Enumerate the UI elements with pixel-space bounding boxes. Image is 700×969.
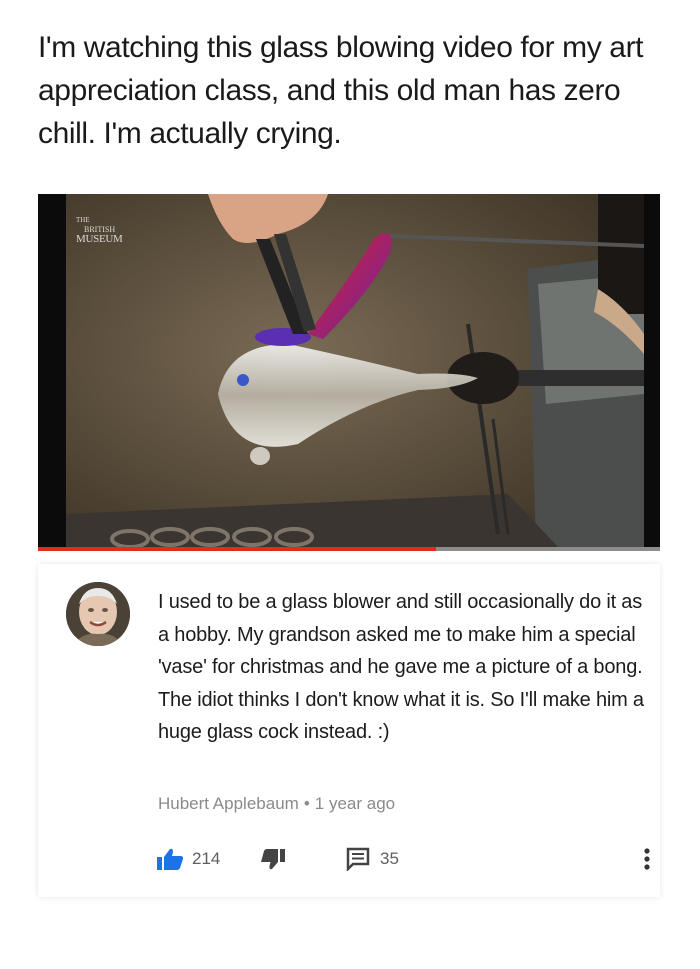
more-options-button[interactable] xyxy=(643,847,651,876)
reply-button[interactable]: 35 xyxy=(346,847,399,871)
video-progress-bar[interactable] xyxy=(38,547,660,551)
video-player[interactable]: THE BRITISH MUSEUM xyxy=(38,194,660,551)
video-progress-fill xyxy=(38,547,437,551)
watermark-line3: MUSEUM xyxy=(76,233,123,245)
like-count: 214 xyxy=(192,849,221,868)
reply-count: 35 xyxy=(380,849,399,868)
avatar-photo xyxy=(66,582,130,646)
meta-separator: • xyxy=(303,794,310,813)
author-name[interactable]: Hubert Applebaum xyxy=(158,794,299,813)
thumbs-up-icon xyxy=(157,848,184,870)
comment-timestamp[interactable]: 1 year ago xyxy=(315,794,395,813)
like-button[interactable]: 214 xyxy=(156,847,220,871)
dislike-button[interactable] xyxy=(260,847,286,871)
comment-card: I used to be a glass blower and still oc… xyxy=(38,564,660,897)
avatar[interactable] xyxy=(66,582,130,646)
thumbs-down-icon xyxy=(261,849,285,870)
british-museum-watermark: THE BRITISH MUSEUM xyxy=(76,216,123,245)
video-frame xyxy=(38,194,660,551)
post-caption: I'm watching this glass blowing video fo… xyxy=(38,31,644,150)
comment-actions: 214 35 xyxy=(156,847,651,871)
watermark-line1: THE xyxy=(76,216,90,224)
comment-meta: Hubert Applebaum • 1 year ago xyxy=(158,794,395,814)
comment-icon xyxy=(346,847,370,871)
comment-text: I used to be a glass blower and still oc… xyxy=(158,591,644,743)
more-vertical-icon xyxy=(644,848,650,870)
